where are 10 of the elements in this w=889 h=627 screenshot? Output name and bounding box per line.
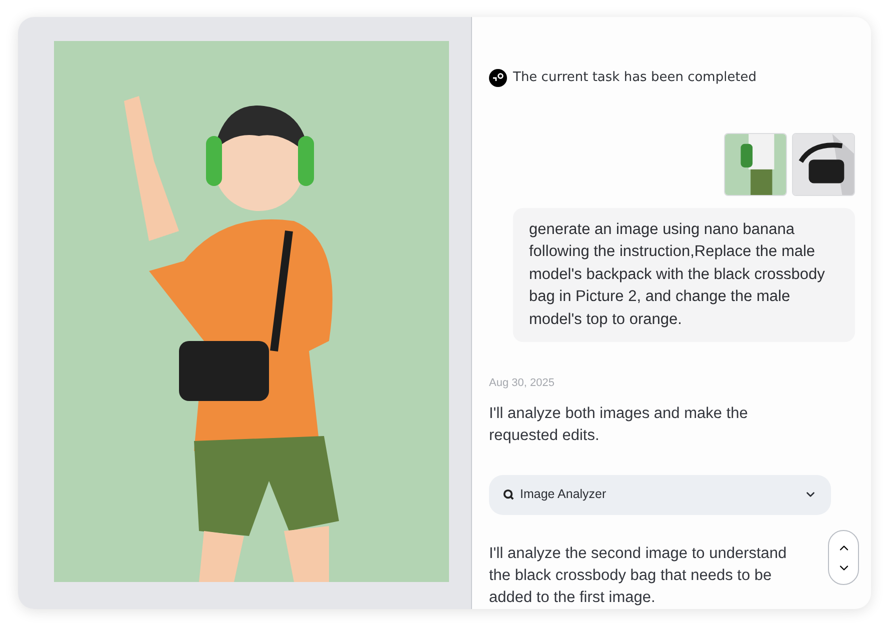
search-icon — [503, 489, 514, 500]
message-text: I'll analyze both images and make the requested edits. — [489, 404, 749, 446]
attachment-thumbnail[interactable] — [792, 132, 855, 196]
status-text: The current task has been completed — [513, 69, 757, 87]
user-message: generate an image using nano banana following the instruction,Replace the male model's backpack with the black crossbody bag in Picture 2, and change the male model's top to orange. — [513, 208, 855, 342]
logo-icon — [489, 68, 507, 87]
attachment-thumbnail[interactable] — [724, 132, 787, 196]
message-text: I'll analyze the second image to understand the black crossbody bag that needs to be added to the first image. — [489, 544, 788, 608]
message-date: Aug 30, 2025 — [489, 376, 556, 391]
tool-panel[interactable]: Image Analyzer — [489, 474, 831, 514]
